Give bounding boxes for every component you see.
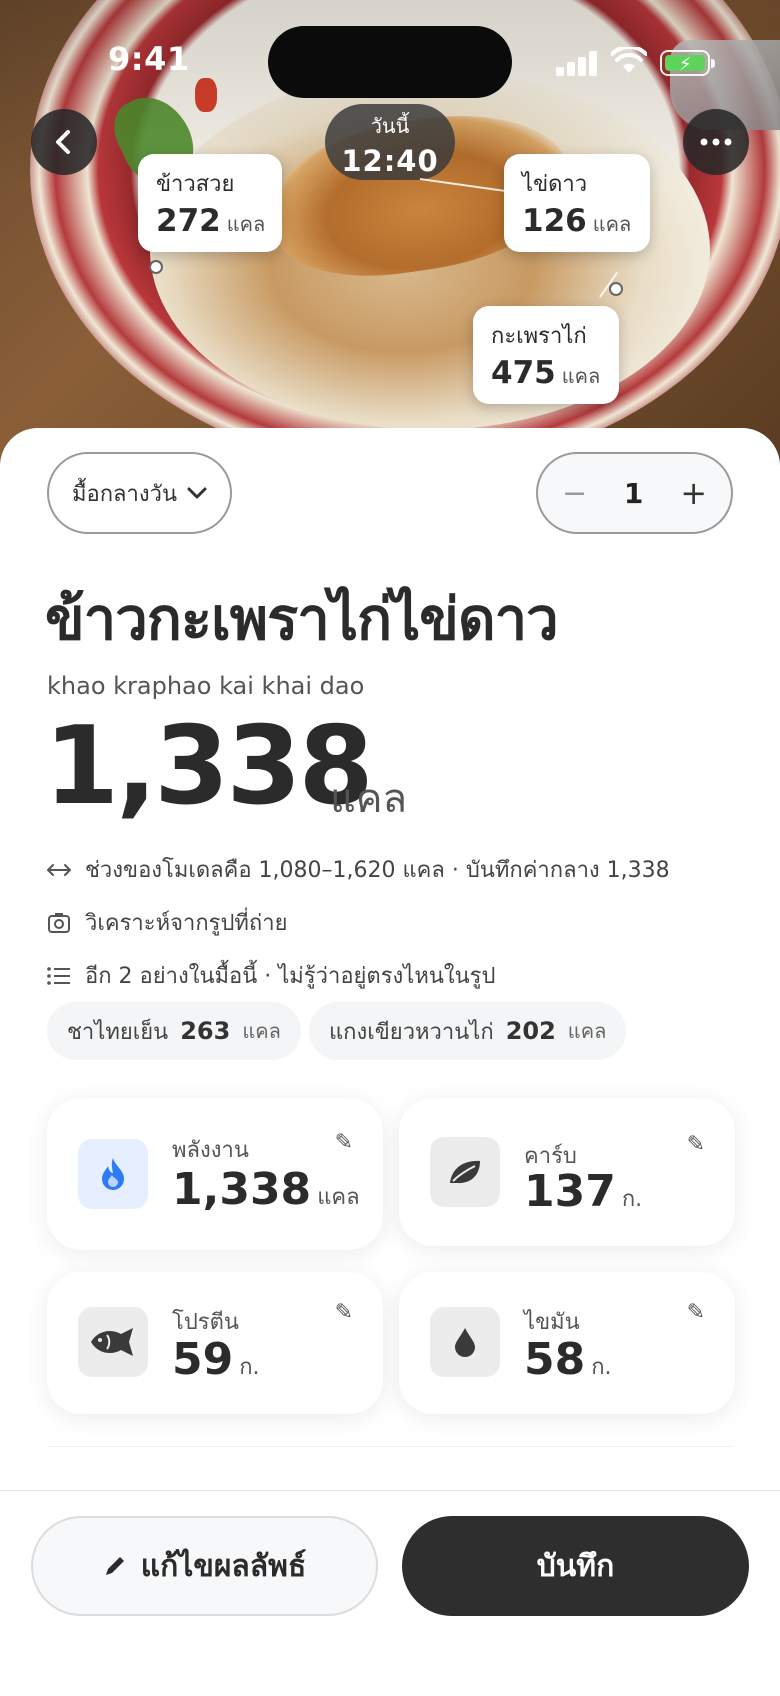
decrement-button[interactable]: − <box>562 476 587 511</box>
save-label: บันทึก <box>536 1548 615 1584</box>
status-time: 9:41 <box>108 40 190 78</box>
cellular-signal-icon <box>556 50 598 76</box>
droplet-icon <box>430 1307 500 1377</box>
tag-unit: แคล <box>592 212 632 236</box>
info-more-items: อีก 2 อย่างในมื้อนี้ · ไม่รู้ว่าอยู่ตรงไ… <box>47 958 495 993</box>
tag-name: ไข่ดาว <box>522 172 588 197</box>
bottom-bar-divider <box>0 1490 780 1491</box>
total-calories: 1,338 <box>44 704 374 829</box>
info-range: ช่วงของโมเดลคือ 1,080–1,620 แคล · บันทึก… <box>47 852 670 887</box>
dish-transliteration: khao kraphao kai khai dao <box>47 672 365 700</box>
range-arrows-icon <box>47 858 71 882</box>
tag-name: กะเพราไก่ <box>491 324 587 349</box>
nutrient-value: 58 <box>524 1334 586 1385</box>
tag-value: 272 <box>156 203 221 239</box>
tag-unit: แคล <box>226 212 266 236</box>
nutrient-card-protein[interactable]: โปรตีน 59 ก. ✎ <box>47 1272 383 1414</box>
extra-item-name: ชาไทยเย็น <box>67 1019 169 1045</box>
battery-charging-icon: ⚡ <box>660 50 715 76</box>
edit-result-label: แก้ไขผลลัพธ์ <box>140 1548 307 1584</box>
dish-title: ข้าวกะเพราไก่ไข่ดาว <box>45 585 559 653</box>
tag-pin <box>609 282 623 296</box>
info-source: วิเคราะห์จากรูปที่ถ่าย <box>47 905 288 940</box>
chevron-down-icon <box>187 487 207 499</box>
list-icon <box>47 964 71 988</box>
pencil-icon[interactable]: ✎ <box>687 1132 705 1157</box>
pencil-icon[interactable]: ✎ <box>687 1300 705 1325</box>
food-tag-rice[interactable]: ข้าวสวย 272 แคล <box>138 154 282 252</box>
nutrient-label: พลังงาน <box>172 1138 249 1163</box>
extra-item-chip[interactable]: แกงเขียวหวานไก่ 202 แคล <box>309 1002 627 1060</box>
dynamic-island <box>268 26 512 98</box>
nutrient-unit: ก. <box>239 1355 260 1380</box>
nutrient-card-carbs[interactable]: คาร์บ 137 ก. ✎ <box>399 1098 735 1246</box>
nutrient-value: 59 <box>172 1334 234 1385</box>
extra-item-unit: แคล <box>567 1019 607 1043</box>
extra-item-name: แกงเขียวหวานไก่ <box>329 1019 494 1045</box>
time-chip-day: วันนี้ <box>370 114 410 138</box>
extra-item-chip[interactable]: ชาไทยเย็น 263 แคล <box>47 1002 301 1060</box>
info-more-items-text: อีก 2 อย่างในมื้อนี้ · ไม่รู้ว่าอยู่ตรงไ… <box>85 964 496 989</box>
pencil-icon <box>105 1557 124 1575</box>
quantity-stepper[interactable]: − 1 + <box>536 452 733 534</box>
nutrient-value: 1,338 <box>172 1164 312 1215</box>
info-range-text: ช่วงของโมเดลคือ 1,080–1,620 แคล · บันทึก… <box>85 858 670 883</box>
meal-time-chip[interactable]: วันนี้ 12:40 <box>325 104 455 180</box>
pencil-icon[interactable]: ✎ <box>335 1130 353 1155</box>
edit-result-button[interactable]: แก้ไขผลลัพธ์ <box>31 1516 378 1616</box>
tag-value: 475 <box>491 355 556 391</box>
wifi-icon <box>611 47 647 73</box>
more-options-button[interactable] <box>683 109 749 175</box>
nutrient-unit: ก. <box>621 1187 643 1212</box>
camera-scan-icon <box>47 911 71 935</box>
tag-unit: แคล <box>561 364 601 388</box>
meal-type-dropdown[interactable]: มื้อกลางวัน <box>47 452 232 534</box>
nutrient-unit: แคล <box>317 1185 360 1210</box>
leaf-icon <box>430 1137 500 1207</box>
next-card-preview <box>47 1446 733 1486</box>
extra-item-value: 263 <box>180 1017 231 1045</box>
info-source-text: วิเคราะห์จากรูปที่ถ่าย <box>85 911 288 936</box>
extra-item-value: 202 <box>505 1017 556 1045</box>
save-button[interactable]: บันทึก <box>402 1516 749 1616</box>
nutrient-unit: ก. <box>591 1355 612 1380</box>
tag-name: ข้าวสวย <box>156 172 235 197</box>
nutrient-value: 137 <box>524 1166 616 1217</box>
quantity-value: 1 <box>623 476 644 510</box>
back-button[interactable] <box>31 109 97 175</box>
ellipsis-icon <box>700 138 732 146</box>
chevron-left-icon <box>56 130 70 154</box>
tag-value: 126 <box>522 203 587 239</box>
flame-icon <box>78 1139 148 1209</box>
pencil-icon[interactable]: ✎ <box>335 1300 353 1325</box>
fish-icon <box>78 1307 148 1377</box>
total-calories-unit: แคล <box>330 776 408 822</box>
food-tag-egg[interactable]: ไข่ดาว 126 แคล <box>504 154 650 252</box>
nutrient-card-fat[interactable]: ไขมัน 58 ก. ✎ <box>399 1272 735 1414</box>
food-tag-kraphao[interactable]: กะเพราไก่ 475 แคล <box>473 306 619 404</box>
nutrient-card-energy[interactable]: พลังงาน 1,338 แคล ✎ <box>47 1098 383 1250</box>
increment-button[interactable]: + <box>680 474 707 512</box>
extra-item-unit: แคล <box>242 1019 281 1043</box>
tag-pin <box>149 260 163 274</box>
time-chip-time: 12:40 <box>341 144 439 178</box>
meal-type-label: มื้อกลางวัน <box>71 481 177 507</box>
